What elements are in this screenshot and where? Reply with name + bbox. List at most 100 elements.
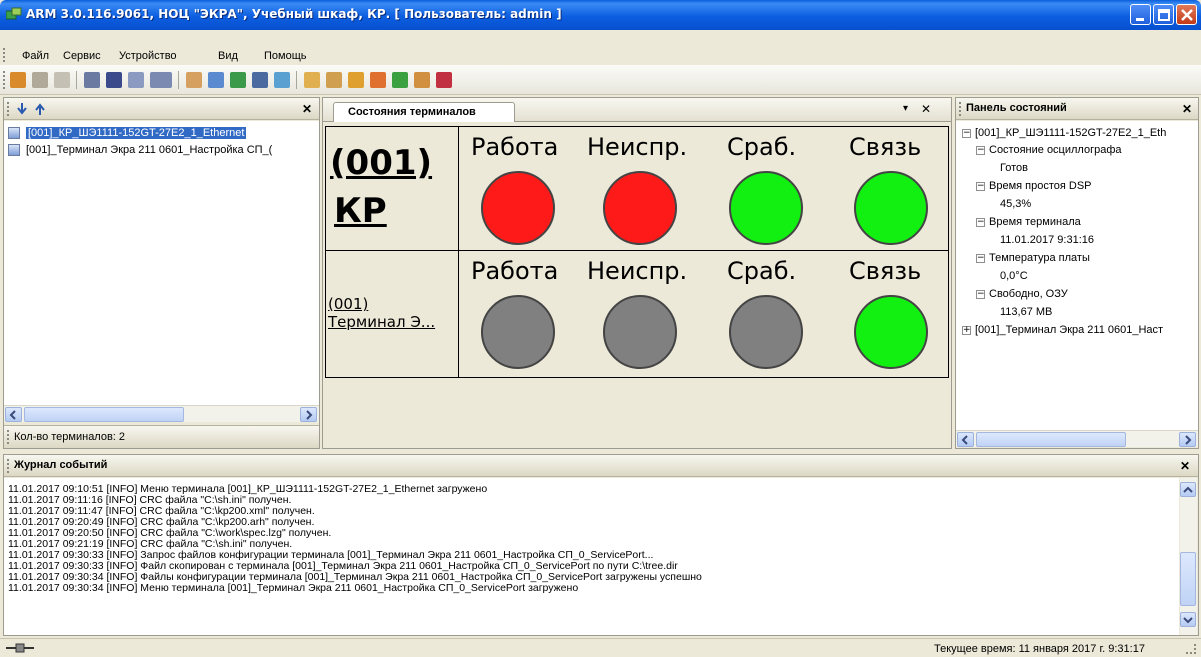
edit-icon[interactable] [326, 72, 342, 88]
status-node-dsp-idle[interactable]: Время простоя DSP [989, 180, 1092, 192]
terminals-panel-header: ✕ [4, 98, 319, 120]
status-tree-root[interactable]: [001]_Терминал Экра 211 0601_Наст [975, 324, 1163, 336]
terminal-status-cell: Работа Неиспр. Сраб. Связь [458, 126, 949, 251]
tab-strip: Состояния терминалов ▾ ✕ [323, 98, 951, 123]
close-icon[interactable]: ✕ [1182, 102, 1192, 116]
scroll-thumb[interactable] [976, 432, 1126, 447]
gear-icon[interactable] [274, 72, 290, 88]
report-icon[interactable] [370, 72, 386, 88]
chart-icon[interactable] [186, 72, 202, 88]
scroll-right-button[interactable] [300, 407, 317, 422]
status-label-fault: Неиспр. [587, 257, 688, 285]
connection-icon [6, 643, 34, 653]
event-log-list[interactable]: 11.01.2017 09:10:51 [INFO] Меню терминал… [4, 478, 1179, 635]
maximize-button[interactable] [1153, 4, 1174, 25]
grid-icon[interactable] [84, 72, 100, 88]
status-lamp-fault [603, 295, 677, 369]
terminal-id[interactable]: (001) [328, 295, 368, 313]
connect-icon[interactable] [10, 72, 26, 88]
horizontal-scrollbar[interactable] [956, 430, 1198, 447]
toolbar-separator [76, 71, 77, 89]
dropdown-arrow-icon[interactable]: ▾ [903, 103, 908, 114]
close-icon[interactable]: ✕ [302, 102, 312, 116]
scroll-up-button[interactable] [1180, 482, 1196, 497]
status-label-trip: Сраб. [727, 133, 797, 161]
close-icon[interactable]: ✕ [1180, 459, 1190, 473]
collapse-icon[interactable]: − [962, 129, 971, 138]
collapse-icon[interactable]: − [976, 254, 985, 263]
menu-file[interactable]: Файл [22, 50, 49, 62]
terminal-name[interactable]: Терминал Э... [328, 313, 435, 331]
tree-item-label: [001]_КР_ШЭ1111-152GT-27E2_1_Ethernet [26, 127, 247, 139]
event-log-title: Журнал событий [14, 459, 108, 471]
status-node-free-ram[interactable]: Свободно, ОЗУ [989, 288, 1068, 300]
minimize-button[interactable] [1130, 4, 1151, 25]
status-bar: Текущее время: 11 января 2017 г. 9:31:17 [0, 638, 1201, 657]
save-icon[interactable] [348, 72, 364, 88]
split-icon[interactable] [128, 72, 144, 88]
app-icon [6, 7, 22, 20]
current-time: Текущее время: 11 января 2017 г. 9:31:17 [934, 643, 1145, 655]
menu-service[interactable]: Сервис [63, 50, 101, 62]
terminal-name[interactable]: КР [334, 191, 387, 231]
scroll-thumb[interactable] [24, 407, 184, 422]
collapse-icon[interactable]: − [976, 290, 985, 299]
collapse-icon[interactable]: − [976, 182, 985, 191]
terminal-name-cell: (001) КР [325, 126, 459, 251]
filter-icon[interactable] [252, 72, 268, 88]
arrow-down-icon[interactable] [16, 102, 28, 116]
chevron-left-icon [9, 410, 16, 420]
close-button[interactable] [1176, 4, 1197, 25]
menu-help[interactable]: Помощь [264, 50, 307, 62]
tree-item-terminal-ekra[interactable]: [001]_Терминал Экра 211 0601_Настройка С… [8, 144, 272, 160]
status-panel-header: Панель состояний ✕ [956, 98, 1198, 120]
tree-item-terminal-kr[interactable]: [001]_КР_ШЭ1111-152GT-27E2_1_Ethernet [8, 127, 247, 143]
status-value-oscillograph: Готов [1000, 162, 1028, 174]
menu-grip [3, 48, 6, 62]
arrow-up-icon[interactable] [34, 102, 46, 116]
menu-bar: Файл Сервис Устройство Вид Помощь [0, 30, 1201, 68]
menu-view[interactable]: Вид [218, 50, 238, 62]
chevron-up-icon [1183, 486, 1193, 493]
title-bar[interactable]: ARM 3.0.116.9061, НОЦ "ЭКРА", Учебный шк… [0, 0, 1201, 30]
status-label-trip: Сраб. [727, 257, 797, 285]
status-node-oscillograph[interactable]: Состояние осциллографа [989, 144, 1122, 156]
terminals-panel: ✕ [001]_КР_ШЭ1111-152GT-27E2_1_Ethernet … [3, 97, 320, 449]
resize-grip[interactable] [1186, 644, 1196, 654]
panel-grip [7, 459, 10, 473]
list-icon[interactable] [54, 72, 70, 88]
chart-green-icon[interactable] [392, 72, 408, 88]
collapse-icon[interactable]: − [976, 146, 985, 155]
window-icon[interactable] [106, 72, 122, 88]
panel-grip [959, 102, 962, 116]
table-icon[interactable] [208, 72, 224, 88]
status-tree-root[interactable]: [001]_КР_ШЭ1111-152GT-27E2_1_Eth [975, 127, 1166, 139]
event-log-panel: Журнал событий ✕ 11.01.2017 09:10:51 [IN… [3, 454, 1199, 636]
users-icon[interactable] [32, 72, 48, 88]
window-title: ARM 3.0.116.9061, НОЦ "ЭКРА", Учебный шк… [26, 7, 562, 21]
scroll-thumb[interactable] [1180, 552, 1196, 606]
status-label-link: Связь [849, 257, 922, 285]
scroll-down-button[interactable] [1180, 612, 1196, 627]
horizontal-scrollbar[interactable] [4, 405, 319, 422]
menu-device[interactable]: Устройство [119, 50, 177, 62]
terminals-count: Кол-во терминалов: 2 [14, 431, 126, 443]
folder-open-icon[interactable] [304, 72, 320, 88]
scroll-right-button[interactable] [1179, 432, 1196, 447]
export-icon[interactable] [436, 72, 452, 88]
scroll-left-button[interactable] [957, 432, 974, 447]
tab-terminal-states[interactable]: Состояния терминалов [333, 102, 515, 123]
monitor-icon[interactable] [150, 72, 172, 88]
vertical-scrollbar[interactable] [1180, 478, 1197, 635]
collapse-icon[interactable]: − [976, 218, 985, 227]
toolbar-separator [296, 71, 297, 89]
settings-icon[interactable] [414, 72, 430, 88]
expand-icon[interactable]: + [962, 326, 971, 335]
status-node-terminal-time[interactable]: Время терминала [989, 216, 1081, 228]
scroll-left-button[interactable] [5, 407, 22, 422]
network-icon[interactable] [230, 72, 246, 88]
close-icon[interactable]: ✕ [921, 102, 931, 116]
tree-item-label: [001]_Терминал Экра 211 0601_Настройка С… [26, 144, 273, 156]
terminal-id[interactable]: (001) [330, 143, 432, 183]
status-node-board-temp[interactable]: Температура платы [989, 252, 1090, 264]
